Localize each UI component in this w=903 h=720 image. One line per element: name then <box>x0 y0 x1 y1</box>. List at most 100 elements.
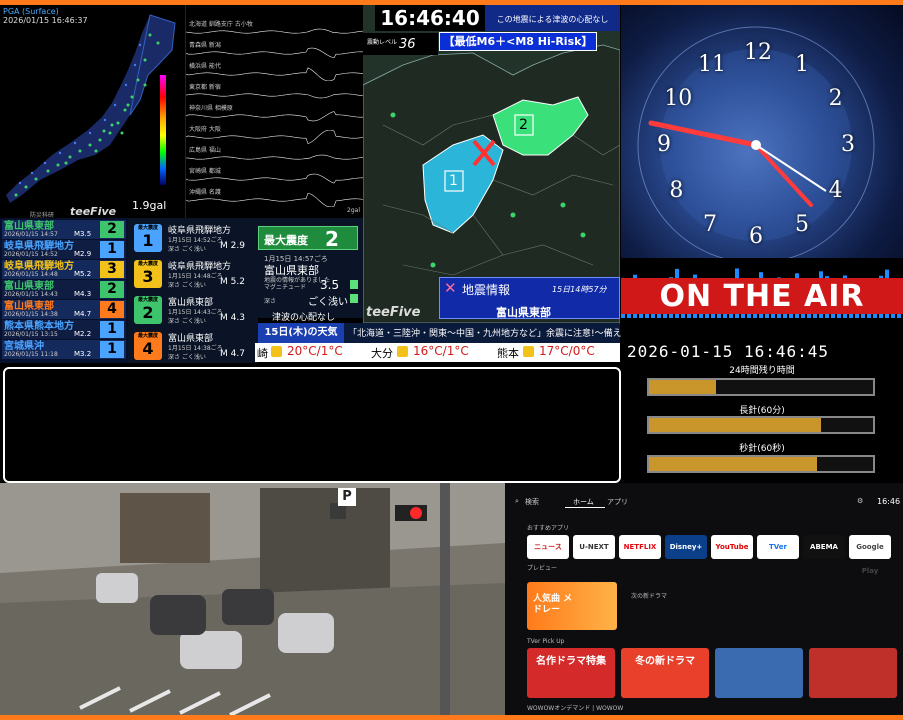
quake-detail-row[interactable]: 最大震度 2 富山県東部 1月15日 14:43ごろ 深さ ごく浅い M 4.3 <box>130 292 256 328</box>
intensity-badge-value: 1 <box>142 231 154 250</box>
on-air-title: ON THE AIR <box>621 278 903 314</box>
quake-list-row[interactable]: 富山県東部 2026/01/15 14:43 M4.3 2 <box>2 280 126 299</box>
intensity-badge-value: 2 <box>142 303 154 322</box>
temp-value-1: 16°C/1°C <box>413 344 469 358</box>
detail-mag: M 4.3 <box>220 313 245 323</box>
quake-info-title: 地震情報 <box>462 283 511 297</box>
tv-time: 16:46 <box>877 497 901 506</box>
depth-label: 深さ <box>264 298 277 305</box>
intensity-badge-value: 3 <box>142 267 154 286</box>
tv-section-pick: TVer Pick Up <box>527 638 565 645</box>
gear-icon[interactable]: ⚙ <box>857 497 863 505</box>
tv-home-tab[interactable]: ホーム <box>573 497 594 507</box>
tv-footer: WOWOWオンデマンド | WOWOW <box>527 705 624 712</box>
quake-time: 2026/01/15 14:43 <box>4 291 58 298</box>
detail-time: 1月15日 14:52ごろ <box>168 237 223 244</box>
tsunami-banner: この地震による津波の心配なし <box>485 5 620 31</box>
temperature-bar: 崎 20°C/1°C 大分 16°C/1°C 熊本 17°C/0°C <box>255 343 620 362</box>
clock-number: 2 <box>828 86 843 111</box>
shindo-level: 震動レベル 36 <box>363 33 438 55</box>
app-tile[interactable]: ABEMA <box>803 535 845 559</box>
intensity-badge-label: 最大震度 <box>137 333 158 339</box>
quake-intensity: 2 <box>100 281 124 298</box>
camera-scene <box>0 483 505 715</box>
temp-city-0: 崎 <box>257 347 268 360</box>
bar3 <box>647 455 875 473</box>
max-intensity-label: 最大震度 <box>264 234 308 247</box>
quake-intensity: 1 <box>100 341 124 358</box>
mag-indicator <box>350 280 358 289</box>
detail-depth: 深さ ごく浅い <box>168 318 206 325</box>
pick-card[interactable]: 冬の新ドラマ <box>621 648 709 698</box>
detail-time: 1月15日 14:38ごろ <box>168 345 223 352</box>
quake-list-row[interactable]: 宮城県沖 2026/01/15 11:18 M3.2 1 <box>2 340 126 359</box>
app-tile[interactable]: YouTube <box>711 535 753 559</box>
parking-sign: P <box>338 488 356 506</box>
quake-list-row[interactable]: 岐阜県飛騨地方 2026/01/15 14:52 M2.9 1 <box>2 240 126 259</box>
temp-city-2: 熊本 <box>497 347 519 360</box>
intensity-badge: 最大震度 2 <box>134 296 162 324</box>
pick-card[interactable]: 名作ドラマ特集 <box>527 648 615 698</box>
pick-card[interactable] <box>809 648 897 698</box>
marker-2: 2 <box>519 117 528 133</box>
tv-search[interactable]: 検索 <box>525 497 539 507</box>
app-tile[interactable]: TVer <box>757 535 799 559</box>
regional-map-panel: 1 2 16:46:40 この地震による津波の心配なし 震動レベル 36 【最低… <box>363 5 620 323</box>
quake-list-row[interactable]: 熊本県熊本地方 2026/01/15 13:15 M2.2 1 <box>2 320 126 339</box>
pick-card[interactable] <box>715 648 803 698</box>
waveform-trace <box>186 130 363 144</box>
quake-list-row[interactable]: 富山県東部 2026/01/15 14:57 M3.5 2 <box>2 220 126 239</box>
temp-value-0: 20°C/1°C <box>287 344 343 358</box>
quake-list: 富山県東部 2026/01/15 14:57 M3.5 2 岐阜県飛騨地方 2026/01… <box>0 218 128 363</box>
waveform-trace <box>186 111 363 122</box>
detail-depth: 深さ ごく浅い <box>168 246 206 253</box>
detail-mag: M 4.7 <box>220 349 245 359</box>
search-icon[interactable]: ⌕ <box>515 497 519 506</box>
quake-detail-row[interactable]: 最大震度 4 富山県東部 1月15日 14:38ごろ 深さ ごく浅い M 4.7 <box>130 328 256 364</box>
quake-detail-row[interactable]: 最大震度 1 岐阜県飛騨地方 1月15日 14:52ごろ 深さ ごく浅い M 2.9 <box>130 220 256 256</box>
quake-list-row[interactable]: 富山県東部 2026/01/15 14:38 M4.7 4 <box>2 300 126 319</box>
intensity-badge-label: 最大震度 <box>137 297 158 303</box>
quake-time: 2026/01/15 14:57 <box>4 231 58 238</box>
bottom-border <box>0 715 903 720</box>
clock-number: 3 <box>841 132 855 157</box>
shindo-label: 震動レベル <box>367 39 398 46</box>
quake-info-time: 15日14時57分 <box>552 285 607 294</box>
clock-number: 12 <box>744 40 772 65</box>
quake-intensity: 4 <box>100 301 124 318</box>
app-tile[interactable]: U-NEXT <box>573 535 615 559</box>
quake-time: 2026/01/15 13:15 <box>4 331 58 338</box>
quake-time: 2026/01/15 11:18 <box>4 351 58 358</box>
app-tile[interactable]: Google Play <box>849 535 891 575</box>
intensity-badge-label: 最大震度 <box>137 261 158 267</box>
temp-city-1: 大分 <box>371 347 393 360</box>
feature-card[interactable]: 人気曲 メドレー <box>527 582 617 630</box>
detail-depth: 深さ ごく浅い <box>168 354 206 361</box>
detail-time: 1月15日 14:48ごろ <box>168 273 223 280</box>
quake-intensity: 3 <box>100 261 124 278</box>
quake-list-row[interactable]: 岐阜県飛騨地方 2026/01/15 14:48 M5.2 3 <box>2 260 126 279</box>
ticker-text: 「北海道・三陸沖・関東～中国・九州地方など」余震に注意!～備えを～ <box>348 329 640 339</box>
waveform-trace <box>186 67 363 81</box>
app-tile[interactable]: Disney+ <box>665 535 707 559</box>
intensity-badge: 最大震度 3 <box>134 260 162 288</box>
pga-map-panel: PGA (Surface) 2026/01/15 16:46:37 1.9gal… <box>0 5 185 218</box>
wave-scale: 2gal <box>347 207 360 214</box>
map-brand: teeFive <box>70 205 117 218</box>
tv-apps-tab[interactable]: アプリ <box>607 497 628 507</box>
detail-mag: M 2.9 <box>220 241 245 251</box>
pga-gal-value: 1.9gal <box>132 199 167 212</box>
quake-detail-row[interactable]: 最大震度 3 岐阜県飛騨地方 1月15日 14:48ごろ 深さ ごく浅い M 5.2 <box>130 256 256 292</box>
feature-title: 人気曲 メドレー <box>533 594 573 615</box>
clock-number: 4 <box>828 178 843 203</box>
feature-desc: 次の新ドラマ <box>631 593 668 600</box>
app-tile[interactable]: ニュース <box>527 535 569 559</box>
region-brand: teeFive <box>366 305 421 320</box>
waveform-trace <box>186 193 363 207</box>
app-tile[interactable]: NETFLIX <box>619 535 661 559</box>
waveform-trace <box>186 93 363 99</box>
sun-icon <box>397 346 408 357</box>
max-intensity-box: 最大震度 2 <box>258 226 358 251</box>
clock-number: 10 <box>664 86 693 111</box>
tsunami-note: 津波の心配なし <box>272 313 336 323</box>
